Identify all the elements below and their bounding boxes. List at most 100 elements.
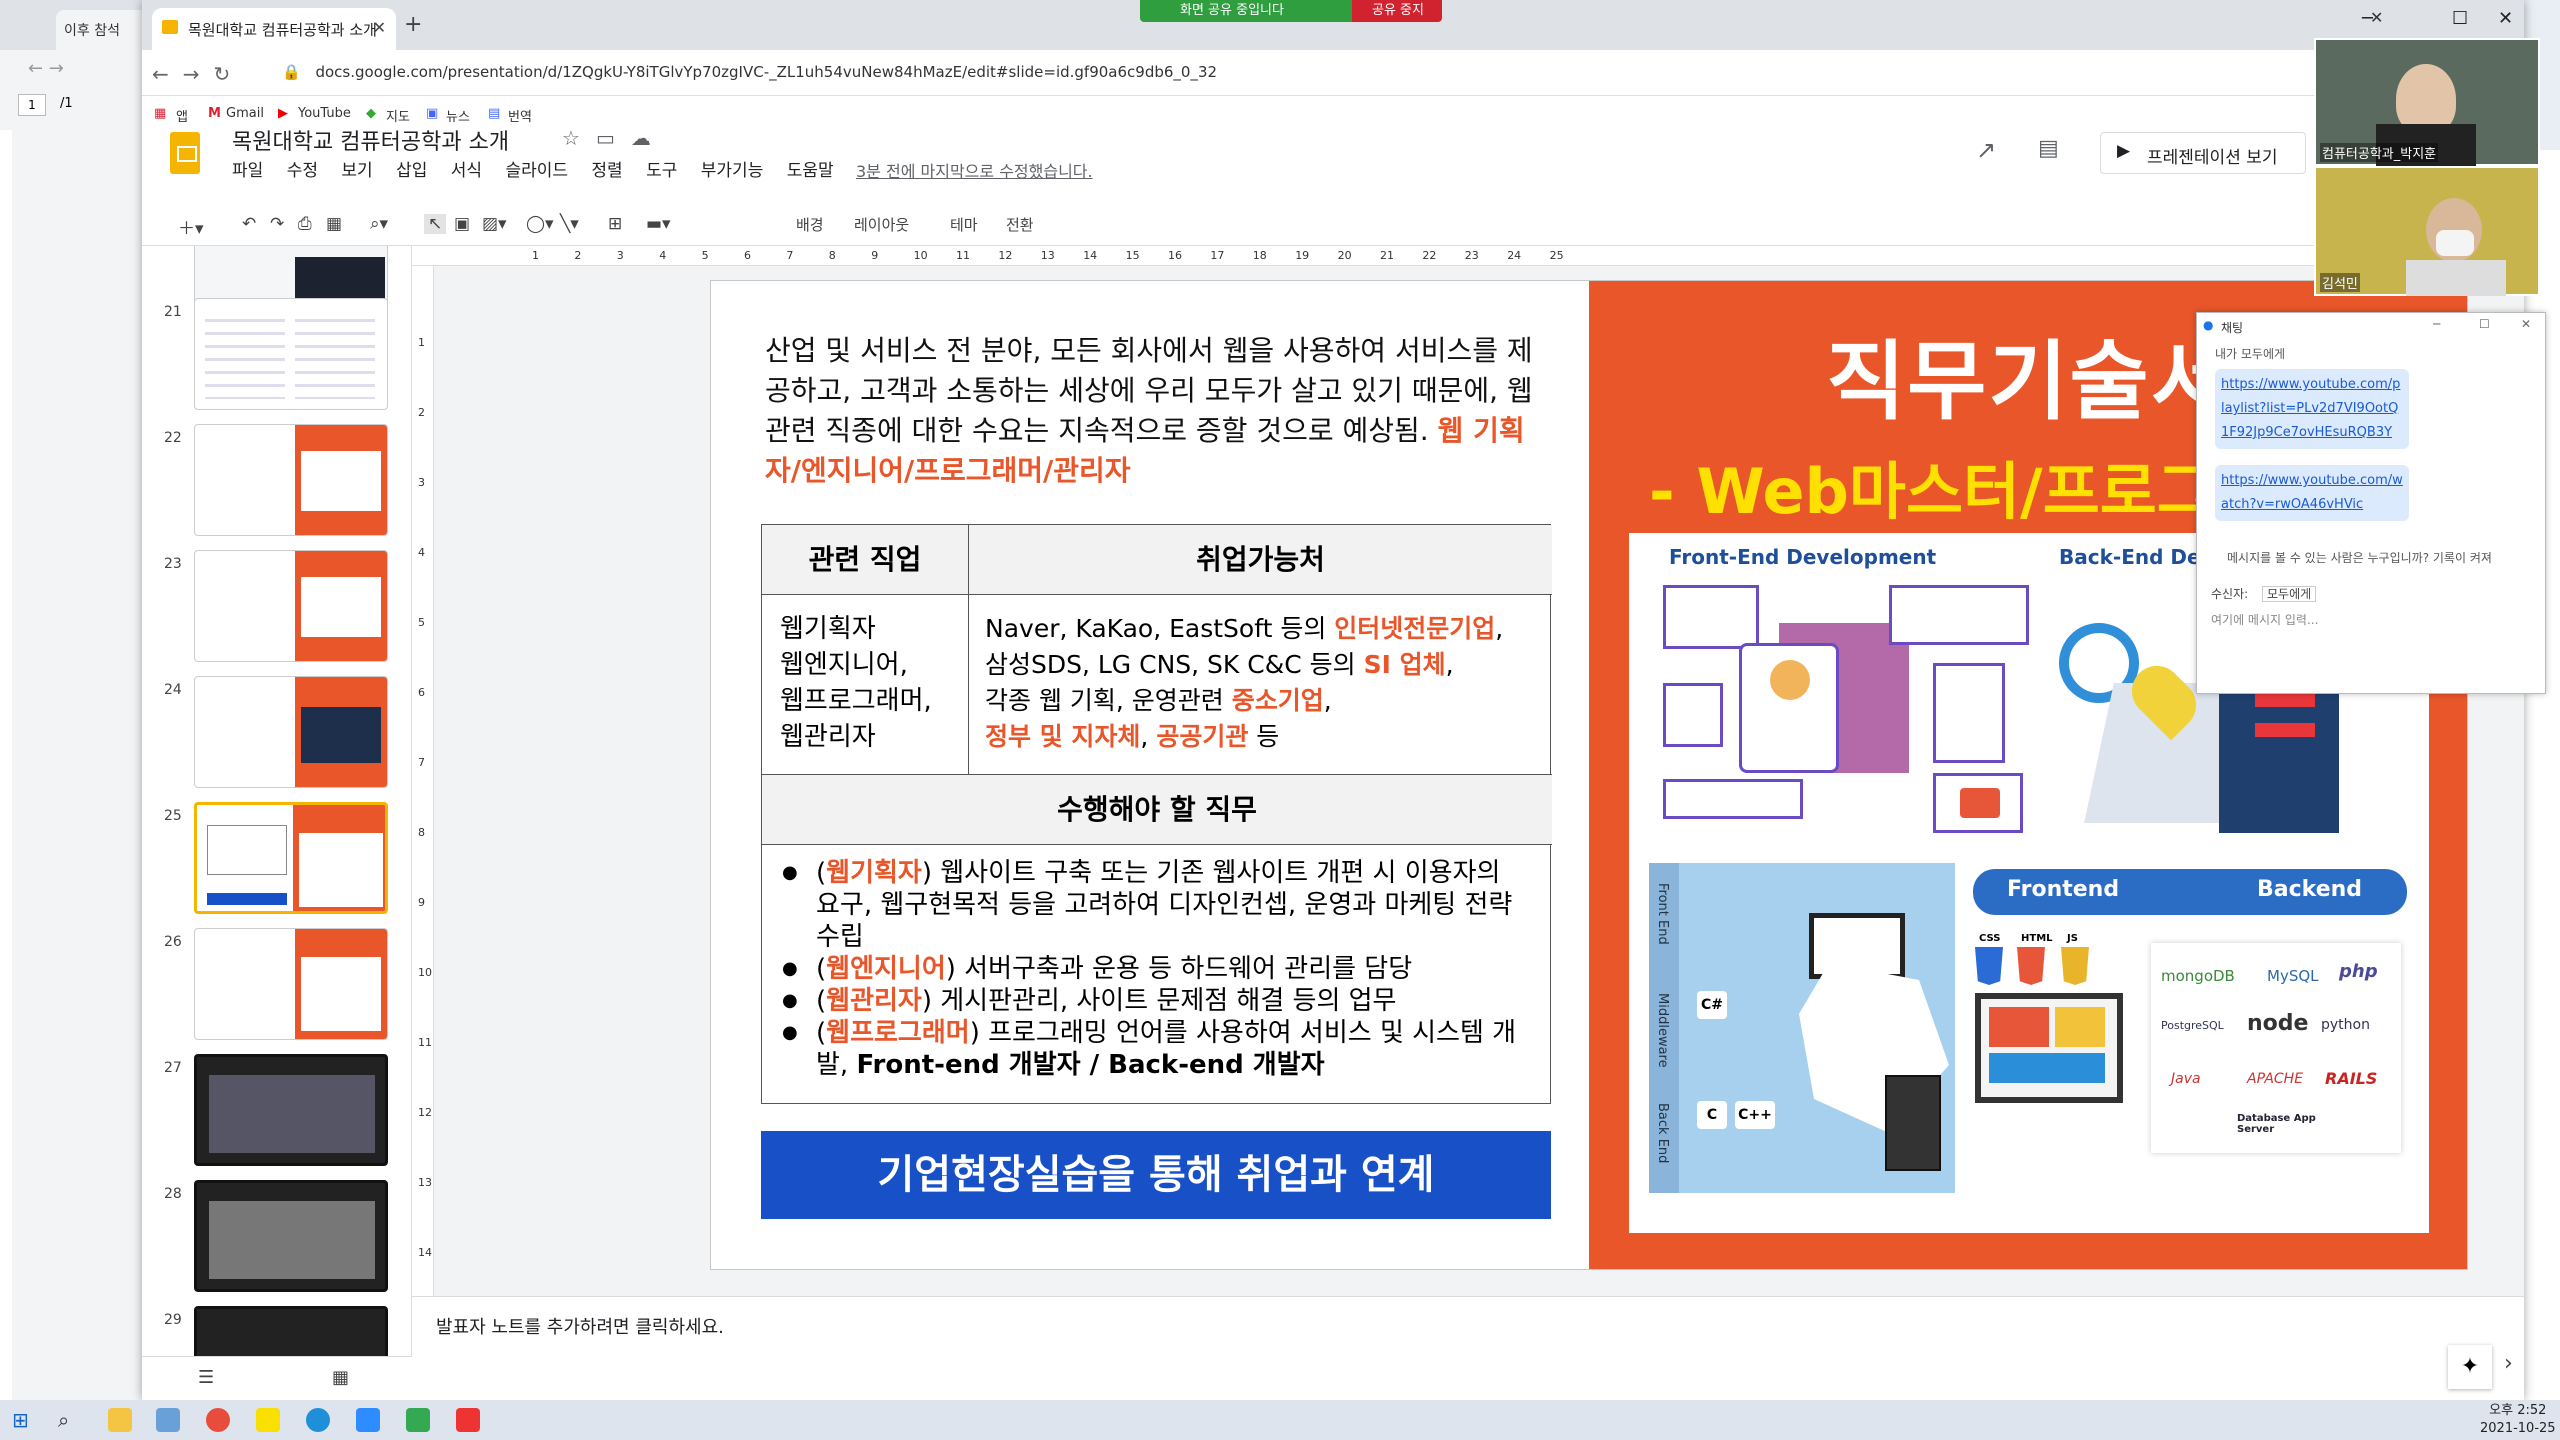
bookmark-translate[interactable]: 번역 [508, 106, 532, 125]
chat-input[interactable]: 여기에 메시지 입력... [2211, 611, 2318, 628]
close-tab-icon[interactable]: ✕ [373, 18, 386, 37]
zoom-icon[interactable] [356, 1408, 380, 1432]
slides-logo-icon[interactable] [170, 132, 200, 174]
input-tools-icon[interactable]: ▬▾ [646, 214, 671, 234]
toolbar-theme[interactable]: 테마 [950, 214, 978, 235]
line-icon[interactable]: ╲▾ [560, 214, 579, 234]
side-panel-toggle-icon[interactable]: › [2504, 1351, 2513, 1376]
comments-icon[interactable]: ▤ [2038, 136, 2059, 161]
menu-help[interactable]: 도움말 [787, 161, 834, 181]
url-field[interactable]: 🔒 docs.google.com/presentation/d/1ZQgkU-… [282, 54, 2482, 90]
toolbar-background[interactable]: 배경 [796, 214, 824, 235]
last-edit-status[interactable]: 3분 전에 마지막으로 수정했습니다. [856, 158, 1093, 182]
app-icon[interactable] [406, 1408, 430, 1432]
ruler-tick: 1 [532, 249, 539, 262]
toolbar-layout[interactable]: 레이아웃 [854, 214, 909, 235]
slide-number: 29 [164, 1312, 182, 1328]
new-slide-icon[interactable]: ＋▾ [178, 214, 204, 239]
lock-icon: 🔒 [282, 63, 301, 81]
app-icon[interactable] [456, 1408, 480, 1432]
video-tile-presenter[interactable]: 컴퓨터공학과_박지훈 [2314, 38, 2540, 166]
menu-slide[interactable]: 슬라이드 [505, 161, 568, 181]
new-tab-icon[interactable]: + [404, 12, 422, 37]
edge-icon[interactable] [306, 1408, 330, 1432]
slide-thumbnail[interactable] [194, 928, 388, 1040]
pdf-page-input[interactable]: 1 [18, 94, 46, 116]
list-view-icon[interactable]: ☰ [198, 1367, 214, 1388]
job-item: 웹기획자 [780, 614, 876, 644]
present-button[interactable]: ▶ 프레젠테이션 보기 [2100, 132, 2306, 174]
slide-thumbnail[interactable] [194, 1054, 388, 1166]
background-tab[interactable]: 이후 참석 [56, 10, 150, 50]
jobs-table[interactable]: 관련 직업 취업가능처 웹기획자 웹엔지니어, 웹프로그래머, 웹관리자 Nav… [761, 524, 1552, 1104]
redo-icon[interactable]: ↷ [270, 214, 284, 234]
chat-minimize-icon[interactable]: ─ [2433, 317, 2440, 331]
shape-icon[interactable]: ◯▾ [526, 214, 554, 234]
slide-thumbnail[interactable] [194, 298, 388, 410]
chat-maximize-icon[interactable]: ☐ [2479, 317, 2490, 331]
nav-buttons[interactable]: ←→↻ [152, 62, 244, 86]
menu-addons[interactable]: 부가기능 [701, 161, 764, 181]
slide-thumbnail[interactable] [194, 424, 388, 536]
apps-icon[interactable]: ▦ [154, 106, 166, 121]
receiver-dropdown[interactable]: 모두에게 [2262, 586, 2317, 602]
print-icon[interactable]: ⎙ [298, 214, 312, 234]
chat-message-link[interactable]: https://www.youtube.com/watch?v=rwOA46vH… [2215, 465, 2409, 521]
start-icon[interactable]: ⊞ [12, 1408, 29, 1432]
close-window-icon[interactable]: ✕ [2498, 8, 2513, 29]
internship-banner[interactable]: 기업현장실습을 통해 취업과 연계 [761, 1131, 1551, 1219]
slide-thumbnail-active[interactable] [194, 802, 388, 914]
bookmark-apps[interactable]: 앱 [176, 106, 188, 125]
search-icon[interactable]: ⌕ [58, 1408, 69, 1432]
stop-share-button[interactable]: 공유 중지 [1352, 0, 1442, 22]
maximize-icon[interactable]: ☐ [2452, 8, 2468, 29]
slide-thumbnail[interactable] [194, 550, 388, 662]
cloud-icon[interactable]: ☁ [631, 126, 667, 150]
system-clock[interactable]: 오후 2:52 2021-10-25 [2480, 1402, 2556, 1438]
chrome-icon[interactable] [206, 1408, 230, 1432]
bookmark-gmail[interactable]: Gmail [226, 106, 264, 121]
toolbar-transition[interactable]: 전환 [1006, 214, 1034, 235]
select-icon[interactable]: ↖ [424, 214, 447, 234]
menu-insert[interactable]: 삽입 [396, 161, 427, 181]
slide-thumbnail[interactable] [194, 676, 388, 788]
title-actions[interactable]: ☆▭☁ [562, 126, 667, 150]
slide-thumbnail[interactable] [194, 1306, 388, 1356]
menu-edit[interactable]: 수정 [287, 161, 318, 181]
speaker-notes[interactable]: 발표자 노트를 추가하려면 클릭하세요. ✦ › [412, 1296, 2524, 1400]
tab-google-slides[interactable]: 목원대학교 컴퓨터공학과 소개 ✕ [152, 8, 396, 50]
menu-view[interactable]: 보기 [341, 161, 372, 181]
kakaotalk-icon[interactable] [256, 1408, 280, 1432]
zoom-icon[interactable]: ⌕▾ [370, 214, 388, 234]
chat-notice[interactable]: 메시지를 볼 수 있는 사람은 누구입니까? 기록이 켜져 [2227, 549, 2492, 566]
menu-arrange[interactable]: 정렬 [591, 161, 622, 181]
chat-window[interactable]: ● 채팅 ─ ☐ ✕ 내가 모두에게 https://www.youtube.c… [2196, 312, 2546, 694]
chat-message-link[interactable]: https://www.youtube.com/playlist?list=PL… [2215, 369, 2409, 449]
undo-icon[interactable]: ↶ [242, 214, 256, 234]
chat-receiver[interactable]: 수신자: 모두에게 [2211, 585, 2317, 602]
explorer-icon[interactable] [108, 1408, 132, 1432]
image-icon[interactable]: ▨▾ [482, 214, 507, 234]
grid-view-icon[interactable]: ▦ [332, 1367, 349, 1388]
bookmark-youtube[interactable]: YouTube [298, 106, 351, 121]
paint-format-icon[interactable]: ▦ [326, 214, 342, 234]
menu-file[interactable]: 파일 [232, 161, 263, 181]
activity-icon[interactable]: ↗ [1976, 136, 1996, 164]
chat-close-icon[interactable]: ✕ [2521, 317, 2531, 331]
slide-thumbnail[interactable] [194, 1180, 388, 1292]
document-title[interactable]: 목원대학교 컴퓨터공학과 소개 [232, 124, 509, 156]
bookmark-news[interactable]: 뉴스 [446, 106, 470, 125]
explore-icon[interactable]: ✦ [2448, 1345, 2492, 1389]
app-icon[interactable] [156, 1408, 180, 1432]
star-icon[interactable]: ☆ [562, 126, 596, 150]
window-close-icon[interactable]: ✕ [2370, 8, 2383, 27]
bookmark-maps[interactable]: 지도 [386, 106, 410, 125]
menu-tools[interactable]: 도구 [646, 161, 677, 181]
menu-format[interactable]: 서식 [451, 161, 482, 181]
intro-text[interactable]: 산업 및 서비스 전 분야, 모든 회사에서 웹을 사용하여 서비스를 제공하고… [765, 331, 1545, 491]
video-tile-participant[interactable]: 김석민 [2314, 166, 2540, 296]
textbox-icon[interactable]: ▣ [454, 214, 470, 234]
folder-icon[interactable]: ▭ [596, 126, 631, 150]
address-bar-row: ←→↻ 🔒 docs.google.com/presentation/d/1ZQ… [142, 50, 2524, 96]
comment-add-icon[interactable]: ⊞ [608, 214, 622, 234]
